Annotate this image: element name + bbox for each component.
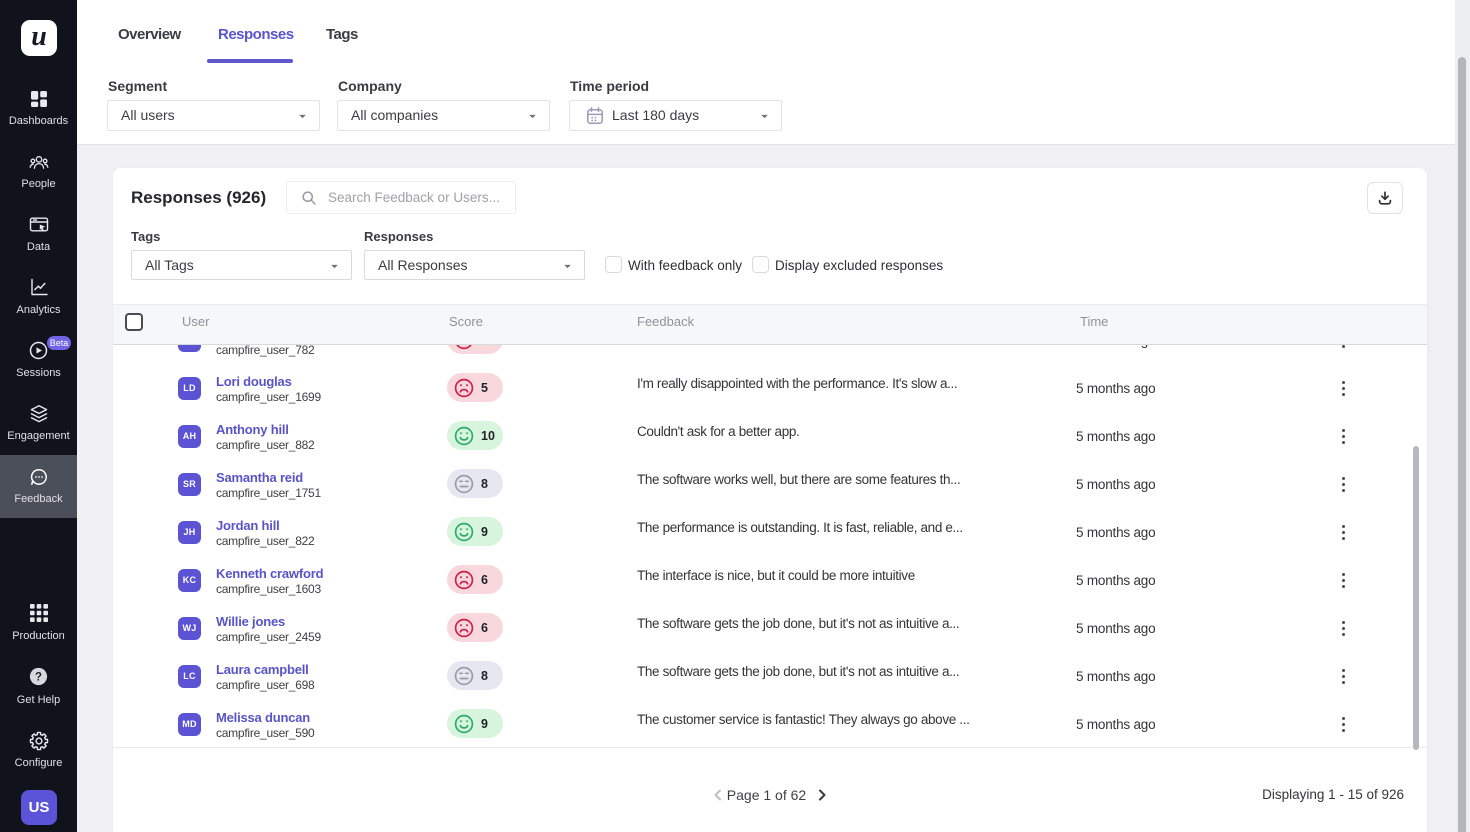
svg-text:?: ? (35, 672, 42, 684)
